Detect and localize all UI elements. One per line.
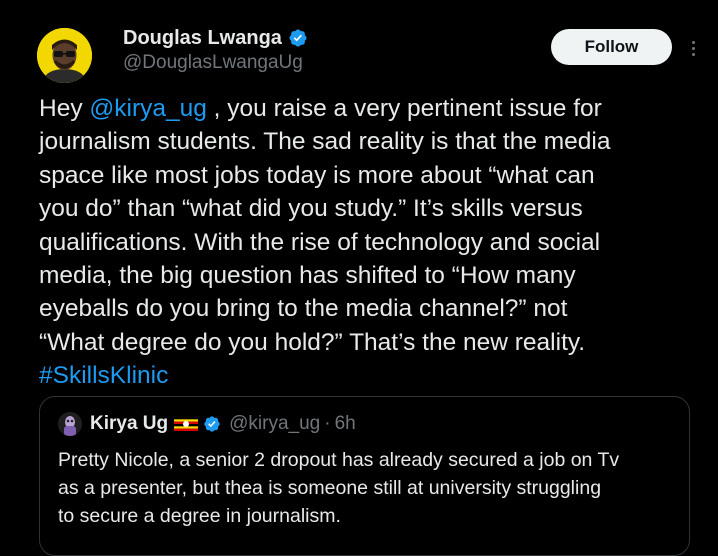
tweet-line: space like most jobs today is more about… [39, 161, 595, 189]
verified-badge-icon[interactable] [288, 28, 308, 48]
quoted-line: to secure a degree in journalism. [58, 505, 341, 527]
tweet-line: journalism students. The sad reality is … [39, 128, 611, 156]
quoted-author-avatar[interactable] [58, 412, 82, 436]
author-name-row: Douglas Lwanga [123, 26, 308, 50]
dot [691, 40, 695, 44]
tweet-line: “What degree do you hold?” That’s the ne… [39, 328, 586, 356]
separator-dot: · [324, 413, 331, 434]
quoted-line: as a presenter, but thea is someone stil… [58, 477, 602, 499]
quoted-tweet-text: Pretty Nicole, a senior 2 dropout has al… [58, 446, 688, 530]
cartoon-avatar-icon [37, 28, 92, 83]
quoted-tweet-header: Kirya Ug @kirya_ug · 6h [90, 413, 356, 435]
tweet-line-text: Hey [39, 95, 90, 122]
tweet-line: you do” than “what did you study.” It’s … [39, 195, 583, 223]
tweet-line: Hey @kirya_ug , you raise a very pertine… [39, 92, 704, 125]
mention-link[interactable]: @kirya_ug [89, 95, 206, 122]
dot [691, 52, 695, 56]
uganda-flag-icon [174, 417, 199, 431]
quoted-line: Pretty Nicole, a senior 2 dropout has al… [58, 449, 620, 471]
verified-badge-icon[interactable] [203, 415, 221, 433]
tweet-line: eyeballs do you bring to the media chann… [39, 295, 568, 323]
tweet-line-text: , you raise a very pertinent issue for [206, 95, 602, 122]
author-handle[interactable]: @DouglasLwangaUg [123, 52, 303, 74]
tweet-text: Hey @kirya_ug , you raise a very pertine… [39, 92, 704, 393]
quoted-tweet-card[interactable]: Kirya Ug @kirya_ug · 6h Pretty Nicole, a… [39, 396, 690, 556]
dot [691, 46, 695, 50]
quoted-timestamp[interactable]: 6h [335, 413, 356, 435]
more-options-icon[interactable] [688, 36, 698, 60]
author-avatar[interactable] [37, 28, 92, 83]
quoted-display-name[interactable]: Kirya Ug [90, 413, 168, 435]
hashtag-link[interactable]: #SkillsKlinic [39, 359, 704, 392]
follow-button[interactable]: Follow [551, 29, 672, 65]
tweet-line: media, the big question has shifted to “… [39, 262, 576, 290]
tweet-line: qualifications. With the rise of technol… [39, 228, 601, 256]
quoted-avatar-icon [58, 412, 82, 436]
quoted-handle[interactable]: @kirya_ug [229, 413, 320, 435]
author-display-name[interactable]: Douglas Lwanga [123, 26, 282, 50]
